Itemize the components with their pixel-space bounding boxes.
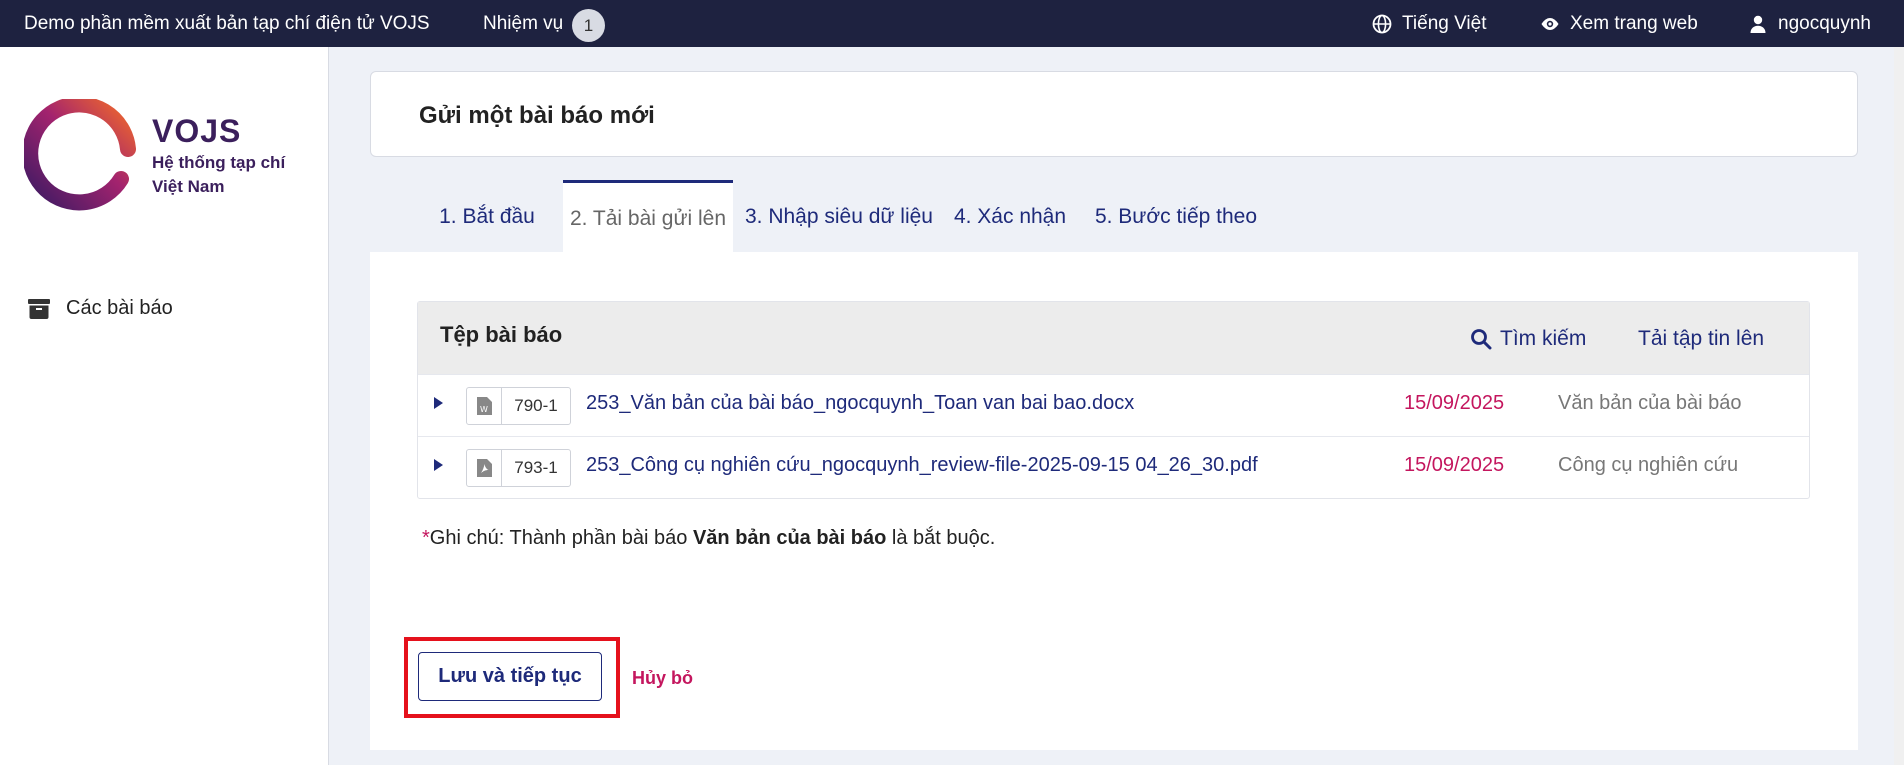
required-note: *Ghi chú: Thành phần bài báo Văn bản của… bbox=[422, 527, 995, 550]
logo-ring-icon bbox=[24, 99, 136, 211]
top-bar: Demo phần mềm xuất bản tạp chí điện tử V… bbox=[0, 0, 1904, 47]
word-file-icon: W bbox=[467, 388, 502, 424]
tab-confirm[interactable]: 4. Xác nhận bbox=[945, 180, 1075, 254]
file-genre: Văn bản của bài báo bbox=[1558, 392, 1742, 414]
file-name-link[interactable]: 253_Văn bản của bài báo_ngocquynh_Toan v… bbox=[586, 392, 1134, 415]
file-id: 793-1 bbox=[514, 458, 558, 477]
sidebar-item-label: Các bài báo bbox=[66, 297, 173, 319]
tab-upload[interactable]: 2. Tải bài gửi lên bbox=[563, 180, 733, 254]
sidebar: VOJS Hệ thống tạp chí Việt Nam Các bài b… bbox=[0, 47, 329, 765]
cancel-button[interactable]: Hủy bỏ bbox=[632, 668, 693, 689]
user-icon bbox=[1750, 15, 1766, 33]
pdf-file-icon bbox=[467, 450, 502, 486]
files-title: Tệp bài báo bbox=[440, 322, 563, 347]
note-required-genre: Văn bản của bài báo bbox=[692, 527, 887, 549]
language-menu[interactable]: Tiếng Việt bbox=[1372, 13, 1487, 35]
file-date: 15/09/2025 bbox=[1404, 454, 1505, 476]
search-button[interactable]: Tìm kiếm bbox=[1470, 327, 1586, 351]
file-id-badge: W 790-1 bbox=[466, 387, 571, 425]
search-label: Tìm kiếm bbox=[1500, 327, 1587, 350]
tab-start[interactable]: 1. Bắt đầu bbox=[418, 180, 556, 254]
username: ngocquynh bbox=[1778, 13, 1871, 34]
tasks-link[interactable]: Nhiệm vụ bbox=[483, 13, 563, 35]
required-star: * bbox=[422, 527, 430, 549]
table-row: 793-1 253_Công cụ nghiên cứu_ngocquynh_r… bbox=[418, 436, 1809, 498]
file-name-link[interactable]: 253_Công cụ nghiên cứu_ngocquynh_review-… bbox=[586, 454, 1258, 477]
search-icon bbox=[1471, 329, 1492, 350]
logo-subtitle-1: Hệ thống tạp chí bbox=[152, 153, 286, 172]
submission-files-grid: Tệp bài báo Tìm kiếm Tải tập tin lên W 7… bbox=[417, 301, 1810, 499]
tasks-label: Nhiệm vụ bbox=[483, 13, 564, 34]
tab-metadata[interactable]: 3. Nhập siêu dữ liệu bbox=[739, 180, 939, 254]
view-site-link[interactable]: Xem trang web bbox=[1540, 13, 1698, 35]
eye-icon bbox=[1541, 18, 1559, 30]
logo-text: VOJS Hệ thống tạp chí Việt Nam bbox=[152, 113, 285, 198]
page-header: Gửi một bài báo mới bbox=[370, 71, 1858, 157]
note-prefix: Ghi chú: Thành phần bài báo bbox=[429, 527, 693, 549]
view-site-label: Xem trang web bbox=[1570, 13, 1698, 34]
tasks-count-badge[interactable]: 1 bbox=[572, 9, 605, 42]
page-scrollbar[interactable] bbox=[1894, 47, 1904, 765]
page-title: Gửi một bài báo mới bbox=[419, 102, 655, 129]
expand-row-icon[interactable] bbox=[434, 397, 443, 409]
language-label: Tiếng Việt bbox=[1402, 13, 1487, 34]
note-suffix: là bắt buộc. bbox=[886, 527, 996, 549]
svg-text:W: W bbox=[480, 405, 488, 414]
file-genre: Công cụ nghiên cứu bbox=[1558, 454, 1739, 476]
table-row: W 790-1 253_Văn bản của bài báo_ngocquyn… bbox=[418, 374, 1809, 436]
site-title[interactable]: Demo phần mềm xuất bản tạp chí điện tử V… bbox=[24, 13, 430, 35]
save-continue-button[interactable]: Lưu và tiếp tục bbox=[418, 652, 602, 701]
tab-next-steps[interactable]: 5. Bước tiếp theo bbox=[1081, 180, 1271, 254]
file-id-badge: 793-1 bbox=[466, 449, 571, 487]
sidebar-item-submissions[interactable]: Các bài báo bbox=[28, 297, 173, 320]
logo-subtitle-2: Việt Nam bbox=[152, 177, 225, 196]
globe-icon bbox=[1372, 14, 1392, 34]
logo-name: VOJS bbox=[152, 113, 242, 149]
expand-row-icon[interactable] bbox=[434, 459, 443, 471]
upload-file-button[interactable]: Tải tập tin lên bbox=[1638, 327, 1764, 351]
vojs-logo[interactable]: VOJS Hệ thống tạp chí Việt Nam bbox=[24, 99, 324, 219]
file-date: 15/09/2025 bbox=[1404, 392, 1505, 414]
files-header: Tệp bài báo Tìm kiếm Tải tập tin lên bbox=[418, 302, 1809, 374]
file-id: 790-1 bbox=[514, 396, 558, 415]
archive-icon bbox=[28, 298, 50, 319]
user-menu[interactable]: ngocquynh bbox=[1748, 13, 1871, 35]
